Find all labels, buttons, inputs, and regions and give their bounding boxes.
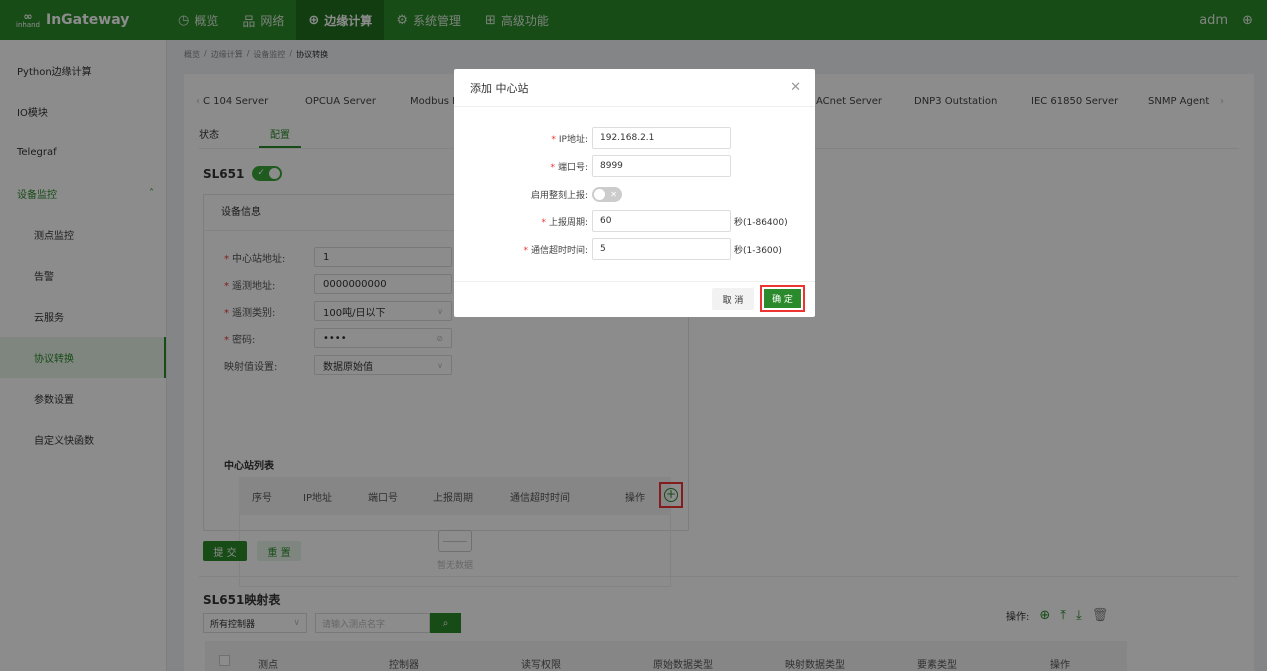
modal-footer-divider — [454, 281, 815, 282]
modal-title: 添加 中心站 — [454, 69, 815, 107]
add-center-modal: 添加 中心站 ✕ * IP地址: 192.168.2.1 * 端口号: 8999 启… — [454, 69, 815, 317]
port-row: * 端口号: 8999 — [454, 155, 731, 177]
ip-input[interactable]: 192.168.2.1 — [592, 127, 731, 149]
enable-report-toggle[interactable]: ✕ — [592, 186, 622, 202]
ok-button[interactable]: 确 定 — [764, 289, 801, 308]
period-row: * 上报周期: 60 秒(1-86400) — [454, 210, 788, 232]
cancel-button[interactable]: 取 消 — [712, 288, 754, 310]
period-input[interactable]: 60 — [592, 210, 731, 232]
close-icon: ✕ — [610, 189, 617, 199]
close-icon[interactable]: ✕ — [790, 80, 801, 95]
timeout-row: * 通信超时时间: 5 秒(1-3600) — [454, 238, 782, 260]
ip-row: * IP地址: 192.168.2.1 — [454, 127, 731, 149]
ok-button-highlight: 确 定 — [760, 285, 805, 312]
enable-report-row: 启用整刻上报: ✕ — [454, 183, 622, 205]
port-input[interactable]: 8999 — [592, 155, 731, 177]
timeout-input[interactable]: 5 — [592, 238, 731, 260]
